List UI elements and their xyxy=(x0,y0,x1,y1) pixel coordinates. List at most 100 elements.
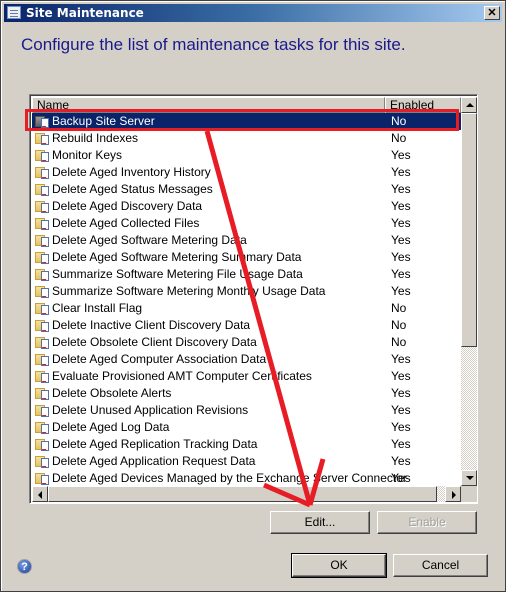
task-row[interactable]: Delete Aged Inventory History Yes xyxy=(32,164,461,181)
task-name: Delete Aged Log Data xyxy=(52,420,170,434)
column-header-enabled[interactable]: Enabled xyxy=(385,97,461,113)
ok-button[interactable]: OK xyxy=(291,553,387,578)
cancel-button[interactable]: Cancel xyxy=(393,554,488,577)
vertical-scroll-thumb[interactable] xyxy=(461,113,477,347)
maintenance-task-icon xyxy=(35,353,50,366)
task-row[interactable]: Delete Aged Application Request Data Yes xyxy=(32,453,461,470)
maintenance-task-icon xyxy=(35,472,50,485)
task-name: Delete Aged Computer Association Data xyxy=(52,352,267,366)
task-enabled: Yes xyxy=(391,233,411,247)
task-name: Summarize Software Metering File Usage D… xyxy=(52,267,303,281)
task-name: Delete Aged Inventory History xyxy=(52,165,211,179)
task-row[interactable]: Monitor Keys Yes xyxy=(32,147,461,164)
maintenance-task-list[interactable]: Name Enabled Backup Site Server No Rebuild… xyxy=(29,94,478,504)
maintenance-task-icon xyxy=(35,183,50,196)
task-enabled: Yes xyxy=(391,420,411,434)
maintenance-task-icon xyxy=(35,404,50,417)
task-enabled: No xyxy=(391,335,407,349)
task-row[interactable]: Summarize Software Metering File Usage D… xyxy=(32,266,461,283)
task-name: Monitor Keys xyxy=(52,148,123,162)
task-name: Delete Obsolete Alerts xyxy=(52,386,172,400)
list-header: Name Enabled xyxy=(32,97,461,113)
maintenance-task-icon xyxy=(35,149,50,162)
help-icon[interactable]: ? xyxy=(17,559,32,574)
task-row[interactable]: Delete Inactive Client Discovery Data No xyxy=(32,317,461,334)
scroll-right-button[interactable] xyxy=(445,486,461,502)
maintenance-task-icon xyxy=(35,421,50,434)
scroll-left-button[interactable] xyxy=(32,486,48,502)
task-name: Delete Inactive Client Discovery Data xyxy=(52,318,251,332)
maintenance-task-icon xyxy=(35,251,50,264)
task-enabled: Yes xyxy=(391,165,411,179)
site-maintenance-dialog: Site Maintenance ✕ Configure the list of… xyxy=(0,0,506,592)
task-name: Delete Aged Replication Tracking Data xyxy=(52,437,258,451)
task-enabled: Yes xyxy=(391,386,411,400)
task-row[interactable]: Clear Install Flag No xyxy=(32,300,461,317)
task-enabled: Yes xyxy=(391,403,411,417)
maintenance-task-icon xyxy=(35,166,50,179)
task-row[interactable]: Delete Aged Software Metering Summary Da… xyxy=(32,249,461,266)
column-header-name[interactable]: Name xyxy=(32,97,385,113)
task-row[interactable]: Rebuild Indexes No xyxy=(32,130,461,147)
task-row[interactable]: Delete Aged Computer Association Data Yes xyxy=(32,351,461,368)
maintenance-task-icon xyxy=(35,234,50,247)
task-row[interactable]: Delete Obsolete Alerts Yes xyxy=(32,385,461,402)
horizontal-scrollbar[interactable] xyxy=(32,486,461,502)
maintenance-task-icon xyxy=(35,387,50,400)
task-enabled: Yes xyxy=(391,250,411,264)
maintenance-task-icon xyxy=(35,319,50,332)
maintenance-task-icon xyxy=(35,268,50,281)
task-name: Delete Aged Collected Files xyxy=(52,216,200,230)
task-enabled: Yes xyxy=(391,148,411,162)
task-name: Delete Aged Status Messages xyxy=(52,182,213,196)
maintenance-task-icon xyxy=(35,438,50,451)
task-enabled: Yes xyxy=(391,182,411,196)
task-enabled: No xyxy=(391,114,407,128)
scroll-up-button[interactable] xyxy=(461,97,477,113)
task-row[interactable]: Backup Site Server No xyxy=(32,113,461,130)
maintenance-task-icon xyxy=(35,302,50,315)
task-name: Evaluate Provisioned AMT Computer Certif… xyxy=(52,369,312,383)
task-name: Delete Aged Software Metering Summary Da… xyxy=(52,250,302,264)
task-row[interactable]: Summarize Software Metering Monthly Usag… xyxy=(32,283,461,300)
maintenance-task-icon xyxy=(35,285,50,298)
task-enabled: Yes xyxy=(391,267,411,281)
task-row[interactable]: Delete Obsolete Client Discovery Data No xyxy=(32,334,461,351)
task-enabled: Yes xyxy=(391,369,411,383)
task-row[interactable]: Delete Aged Discovery Data Yes xyxy=(32,198,461,215)
task-enabled: Yes xyxy=(391,454,411,468)
task-name: Delete Aged Discovery Data xyxy=(52,199,203,213)
dialog-heading: Configure the list of maintenance tasks … xyxy=(21,35,406,54)
task-row[interactable]: Delete Aged Status Messages Yes xyxy=(32,181,461,198)
vertical-scrollbar[interactable] xyxy=(461,97,477,486)
task-name: Delete Aged Software Metering Data xyxy=(52,233,247,247)
maintenance-task-icon xyxy=(35,132,50,145)
task-row[interactable]: Delete Aged Collected Files Yes xyxy=(32,215,461,232)
task-name: Delete Aged Devices Managed by the Excha… xyxy=(52,471,407,485)
task-name: Summarize Software Metering Monthly Usag… xyxy=(52,284,326,298)
horizontal-scroll-thumb[interactable] xyxy=(48,486,437,502)
task-row[interactable]: Delete Aged Devices Managed by the Excha… xyxy=(32,470,461,486)
task-name: Delete Unused Application Revisions xyxy=(52,403,249,417)
task-row[interactable]: Delete Aged Replication Tracking Data Yes xyxy=(32,436,461,453)
task-name: Backup Site Server xyxy=(52,114,155,128)
window-icon xyxy=(7,6,21,19)
task-row[interactable]: Evaluate Provisioned AMT Computer Certif… xyxy=(32,368,461,385)
task-row[interactable]: Delete Unused Application Revisions Yes xyxy=(32,402,461,419)
title-bar: Site Maintenance ✕ xyxy=(4,4,502,22)
task-enabled: No xyxy=(391,318,407,332)
edit-button[interactable]: Edit... xyxy=(270,511,370,534)
enable-button[interactable]: Enable xyxy=(377,511,477,534)
maintenance-task-icon xyxy=(35,370,50,383)
scroll-down-button[interactable] xyxy=(461,470,477,486)
task-row[interactable]: Delete Aged Software Metering Data Yes xyxy=(32,232,461,249)
task-enabled: Yes xyxy=(391,352,411,366)
task-row[interactable]: Delete Aged Log Data Yes xyxy=(32,419,461,436)
task-name: Rebuild Indexes xyxy=(52,131,139,145)
maintenance-task-icon xyxy=(35,336,50,349)
task-enabled: Yes xyxy=(391,284,411,298)
task-enabled: Yes xyxy=(391,471,411,485)
task-enabled: No xyxy=(391,131,407,145)
task-enabled: Yes xyxy=(391,216,411,230)
close-button[interactable]: ✕ xyxy=(484,6,500,20)
